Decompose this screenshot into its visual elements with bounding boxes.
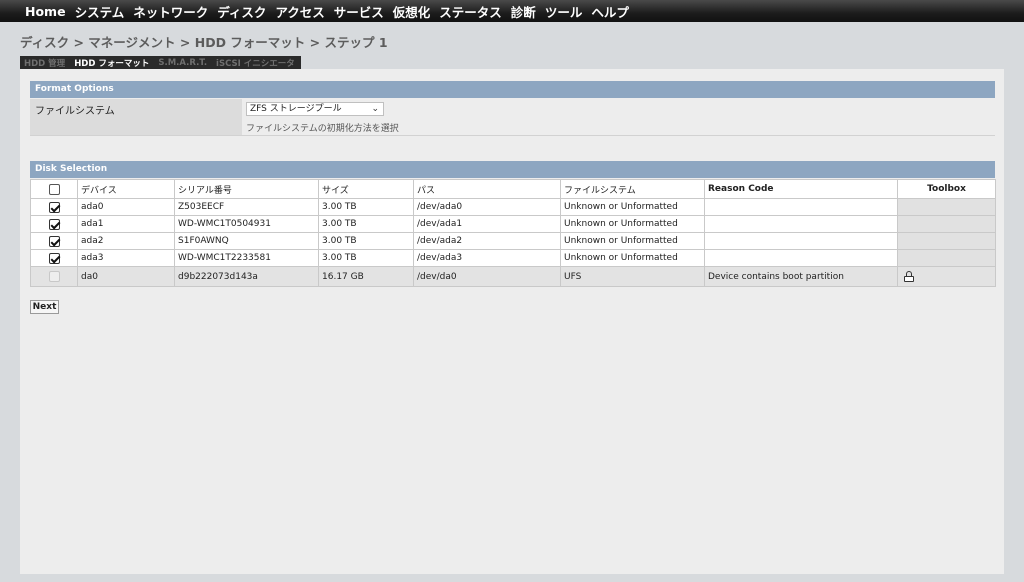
device-cell: ada2 (77, 232, 175, 250)
filesystem-cell: Unknown or Unformatted (560, 232, 705, 250)
reason-cell: Device contains boot partition (704, 266, 898, 287)
filesystem-label: ファイルシステム (30, 99, 242, 135)
row-checkbox-disabled (48, 271, 60, 282)
filesystem-select[interactable]: ZFS ストレージプール ⌄ (246, 102, 384, 116)
nav-access[interactable]: アクセス (275, 2, 324, 21)
breadcrumb: ディスク > マネージメント > HDD フォーマット > ステップ 1 (20, 35, 388, 50)
row-select-cell (30, 215, 78, 233)
nav-services[interactable]: サービス (334, 2, 384, 21)
divider (30, 135, 995, 136)
filesystem-hint: ファイルシステムの初期化方法を選択 (246, 124, 399, 134)
path-cell: /dev/ada1 (413, 215, 561, 233)
device-cell: ada1 (77, 215, 175, 233)
row-checkbox[interactable] (48, 201, 60, 213)
row-select-cell (30, 249, 78, 267)
col-device: デバイス (77, 179, 175, 199)
device-cell: ada0 (77, 198, 175, 216)
select-all-cell (30, 179, 78, 199)
tab-bar: HDD 管理 HDD フォーマット S.M.A.R.T. iSCSI イニシエー… (20, 56, 301, 69)
nav-help[interactable]: ヘルプ (591, 2, 629, 21)
select-all-checkbox[interactable] (48, 183, 60, 195)
path-cell: /dev/ada2 (413, 232, 561, 250)
filesystem-cell: UFS (560, 266, 705, 287)
filesystem-select-value: ZFS ストレージプール (250, 104, 342, 114)
row-checkbox[interactable] (48, 235, 60, 247)
toolbox-cell (897, 249, 996, 267)
format-options-header: Format Options (30, 81, 995, 98)
table-row: ada2 S1F0AWNQ 3.00 TB /dev/ada2 Unknown … (30, 232, 996, 250)
nav-diagnostics[interactable]: 診断 (511, 2, 536, 21)
col-toolbox: Toolbox (897, 179, 996, 199)
tab-iscsi-initiator[interactable]: iSCSI イニシエータ (216, 57, 295, 69)
disk-selection-header: Disk Selection (30, 161, 995, 178)
nav-network[interactable]: ネットワーク (133, 2, 208, 21)
toolbox-cell (897, 215, 996, 233)
row-checkbox[interactable] (48, 218, 60, 230)
col-filesystem: ファイルシステム (560, 179, 705, 199)
nav-system[interactable]: システム (75, 2, 125, 21)
disk-table: デバイス シリアル番号 サイズ パス ファイルシステム Reason Code … (30, 179, 996, 287)
toolbox-cell (897, 198, 996, 216)
filesystem-cell: Unknown or Unformatted (560, 215, 705, 233)
row-checkbox[interactable] (48, 252, 60, 264)
chevron-down-icon: ⌄ (371, 104, 379, 114)
size-cell: 3.00 TB (318, 249, 414, 267)
filesystem-cell: Unknown or Unformatted (560, 198, 705, 216)
toolbox-cell (897, 232, 996, 250)
size-cell: 16.17 GB (318, 266, 414, 287)
size-cell: 3.00 TB (318, 232, 414, 250)
device-cell: ada3 (77, 249, 175, 267)
content-panel (20, 69, 1004, 574)
top-navigation: Home システム ネットワーク ディスク アクセス サービス 仮想化 ステータ… (0, 0, 1024, 22)
toolbox-cell (897, 266, 996, 287)
nav-home[interactable]: Home (25, 4, 66, 19)
table-row: ada1 WD-WMC1T0504931 3.00 TB /dev/ada1 U… (30, 215, 996, 233)
tab-hdd-management[interactable]: HDD 管理 (24, 57, 65, 69)
path-cell: /dev/da0 (413, 266, 561, 287)
size-cell: 3.00 TB (318, 215, 414, 233)
row-select-cell (30, 266, 78, 287)
table-header-row: デバイス シリアル番号 サイズ パス ファイルシステム Reason Code … (30, 179, 996, 199)
tab-smart[interactable]: S.M.A.R.T. (158, 58, 207, 68)
tab-hdd-format[interactable]: HDD フォーマット (74, 57, 149, 69)
nav-status[interactable]: ステータス (439, 2, 502, 21)
row-select-cell (30, 232, 78, 250)
size-cell: 3.00 TB (318, 198, 414, 216)
serial-cell: S1F0AWNQ (174, 232, 319, 250)
device-cell: da0 (77, 266, 175, 287)
table-row: da0 d9b222073d143a 16.17 GB /dev/da0 UFS… (30, 266, 996, 287)
path-cell: /dev/ada0 (413, 198, 561, 216)
nav-disks[interactable]: ディスク (217, 2, 266, 21)
path-cell: /dev/ada3 (413, 249, 561, 267)
next-button[interactable]: Next (30, 300, 59, 314)
col-size: サイズ (318, 179, 414, 199)
reason-cell (704, 198, 898, 216)
serial-cell: d9b222073d143a (174, 266, 319, 287)
table-row: ada0 Z503EECF 3.00 TB /dev/ada0 Unknown … (30, 198, 996, 216)
reason-cell (704, 215, 898, 233)
reason-cell (704, 249, 898, 267)
col-serial: シリアル番号 (174, 179, 319, 199)
nav-tools[interactable]: ツール (545, 2, 583, 21)
reason-cell (704, 232, 898, 250)
row-select-cell (30, 198, 78, 216)
serial-cell: Z503EECF (174, 198, 319, 216)
filesystem-cell: Unknown or Unformatted (560, 249, 705, 267)
serial-cell: WD-WMC1T2233581 (174, 249, 319, 267)
serial-cell: WD-WMC1T0504931 (174, 215, 319, 233)
nav-virtualization[interactable]: 仮想化 (393, 2, 431, 21)
lock-icon (904, 271, 914, 282)
col-path: パス (413, 179, 561, 199)
table-row: ada3 WD-WMC1T2233581 3.00 TB /dev/ada3 U… (30, 249, 996, 267)
col-reason-code: Reason Code (704, 179, 898, 199)
